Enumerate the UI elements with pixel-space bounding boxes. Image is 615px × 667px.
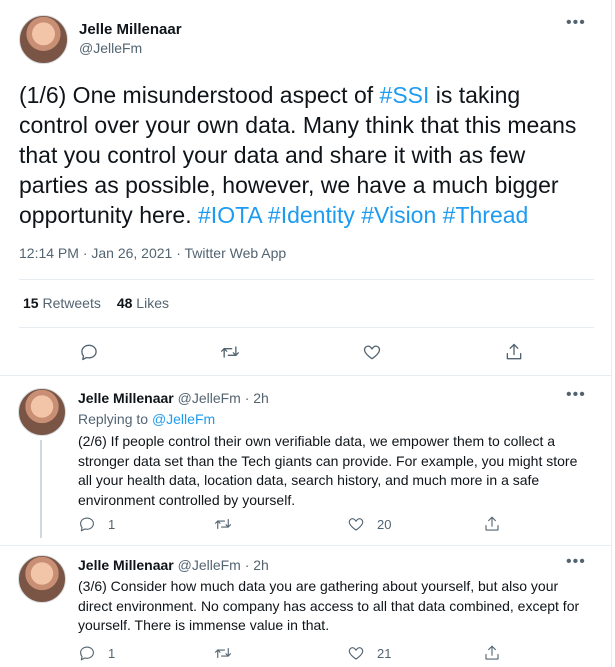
more-icon[interactable]: ••• [566,386,586,404]
divider [0,375,612,376]
reply-icon [80,517,94,532]
main-tweet-text: (1/6) One misunderstood aspect of #SSI i… [19,80,594,230]
replying-to-link[interactable]: @JelleFm [152,411,215,427]
retweet-icon[interactable] [219,341,241,363]
tweet-thread: Jelle Millenaar @JelleFm ••• (1/6) One m… [0,0,612,667]
divider [19,327,594,328]
like-icon[interactable] [361,341,383,363]
hashtag-link[interactable]: #SSI [380,82,430,108]
avatar[interactable] [19,15,68,64]
like-count: 20 [377,516,392,532]
thread-connector [40,440,42,538]
share-icon[interactable] [503,341,525,363]
retweet-button[interactable] [214,644,232,662]
reply-author[interactable]: Jelle Millenaar @JelleFm · 2h [78,390,269,406]
more-icon[interactable]: ••• [566,14,586,32]
tweet-timestamp[interactable]: 12:14 PM · Jan 26, 2021 · Twitter Web Ap… [19,245,286,261]
hashtag-link[interactable]: #Vision [361,202,436,228]
share-icon [485,645,499,660]
replying-to: Replying to @JelleFm [78,411,216,427]
retweet-icon [214,647,232,659]
likes-stat[interactable]: 48 Likes [117,295,169,311]
reply-count: 1 [108,645,116,661]
reply-author[interactable]: Jelle Millenaar @JelleFm · 2h [78,557,269,573]
hashtag-link[interactable]: #IOTA [198,202,262,228]
reply-text: (3/6) Consider how much data you are gat… [78,578,580,633]
like-icon [348,647,364,660]
reply-button[interactable]: 1 [78,515,115,533]
author-name[interactable]: Jelle Millenaar [79,21,182,38]
reply-count: 1 [108,516,116,532]
like-button[interactable]: 20 [347,515,391,533]
share-button[interactable] [483,644,501,662]
hashtag-link[interactable]: #Identity [268,202,355,228]
retweets-stat[interactable]: 15 Retweets [23,295,101,311]
retweet-button[interactable] [214,515,232,533]
share-icon [485,516,499,531]
share-button[interactable] [483,515,501,533]
reply-button[interactable]: 1 [78,644,115,662]
like-button[interactable]: 21 [347,644,391,662]
divider [19,279,594,280]
tweet-text-part: (1/6) One misunderstood aspect of [19,82,380,108]
like-icon [348,518,364,531]
author-handle[interactable]: @JelleFm [79,40,142,56]
hashtag-link[interactable]: #Thread [443,202,529,228]
avatar[interactable] [18,388,66,436]
like-count: 21 [377,645,392,661]
more-icon[interactable]: ••• [566,553,586,571]
avatar[interactable] [18,555,66,603]
tweet-stats: 15 Retweets 48 Likes [23,295,169,311]
reply-icon[interactable] [78,341,100,363]
reply-icon [80,646,94,661]
divider [0,545,612,546]
retweet-icon [214,518,232,530]
reply-text: (2/6) If people control their own verifi… [78,433,578,508]
